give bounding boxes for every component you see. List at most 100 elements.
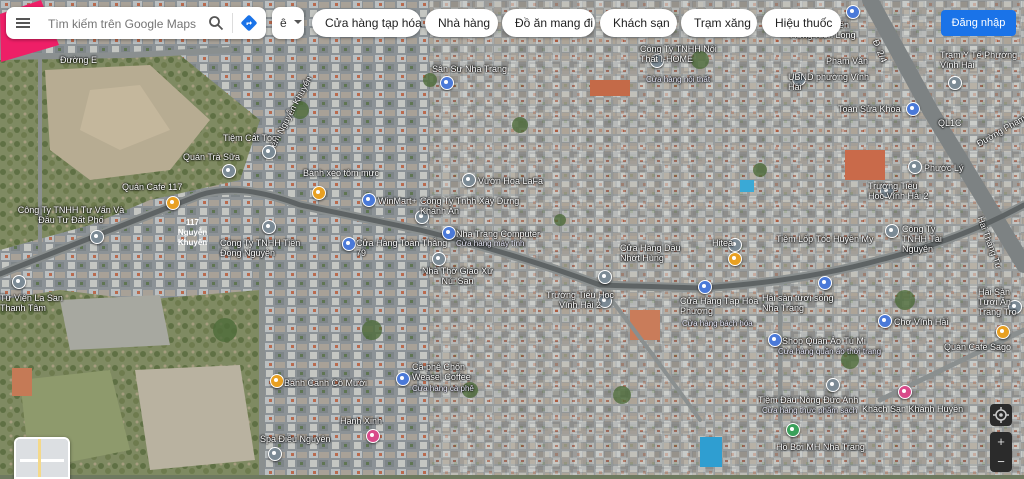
- place-pin-icon[interactable]: [262, 145, 276, 159]
- place-label[interactable]: Shop Quần Áo Tú Mi: [782, 336, 866, 346]
- language-select[interactable]: ê: [272, 7, 304, 39]
- place-label[interactable]: Nha Trang Computer: [456, 229, 540, 239]
- place-pin-icon[interactable]: [885, 224, 899, 238]
- place-label[interactable]: Quán Cafe Sago: [944, 342, 1011, 352]
- chip-hotels[interactable]: Khách sạn: [600, 9, 677, 37]
- chip-grocery[interactable]: Cửa hàng tạp hóa: [312, 9, 422, 37]
- place-label[interactable]: Công Ty TNHH Tài Nguyên: [902, 224, 962, 254]
- chip-gas[interactable]: Trạm xăng: [681, 9, 757, 37]
- zoom-control[interactable]: + −: [990, 432, 1012, 472]
- place-label[interactable]: WinMart+: [378, 196, 417, 206]
- place-label[interactable]: Hồ Bơi MH Nha Trang: [776, 442, 865, 452]
- place-pin-icon[interactable]: [432, 252, 446, 266]
- place-label[interactable]: Cà phê Chốn Weasel Coffee: [412, 362, 482, 382]
- place-pin-icon[interactable]: [342, 237, 356, 251]
- place-label[interactable]: Hitea: [712, 238, 733, 248]
- place-label[interactable]: Khách Sạn Khánh Huyền: [862, 404, 963, 414]
- chip-pharmacy[interactable]: Hiệu thuốc: [762, 9, 841, 37]
- place-label[interactable]: Phước Lý: [924, 163, 963, 173]
- place-pin-icon[interactable]: [366, 429, 380, 443]
- menu-icon[interactable]: [16, 16, 30, 30]
- place-pin-icon[interactable]: [90, 230, 104, 244]
- place-label[interactable]: Nhà Thờ Giáo Xứ Núi Sạn: [420, 266, 495, 286]
- place-pin-icon[interactable]: [728, 252, 742, 266]
- place-label[interactable]: Phạm Văn: [826, 56, 868, 66]
- place-pin-icon[interactable]: [166, 196, 180, 210]
- place-label[interactable]: Chợ Vĩnh Hải: [894, 317, 948, 327]
- place-label[interactable]: Spa Điều Nguyên: [260, 434, 331, 444]
- place-pin-icon[interactable]: [598, 270, 612, 284]
- place-label[interactable]: UBND phường Vĩnh Hải: [788, 72, 878, 92]
- chip-label: Cửa hàng tạp hóa: [325, 16, 422, 30]
- place-label[interactable]: Trường Tiểu Học Vĩnh Hải 2: [868, 181, 930, 201]
- directions-icon[interactable]: [240, 14, 258, 32]
- place-pin-icon[interactable]: [826, 378, 840, 392]
- zoom-out-button[interactable]: −: [990, 452, 1012, 472]
- my-location-button[interactable]: [990, 404, 1012, 426]
- place-label[interactable]: Sân Sư Nha Trang: [432, 64, 507, 74]
- place-label[interactable]: Trạm Y Tế Phường Vĩnh Hải: [940, 50, 1020, 70]
- search-box[interactable]: [6, 7, 266, 39]
- parcel-street: Nguyễn Khuyến: [177, 228, 208, 247]
- place-label[interactable]: Quán Cafe 117: [122, 182, 182, 192]
- place-pin-icon[interactable]: [442, 226, 456, 240]
- place-pin-icon[interactable]: [396, 372, 410, 386]
- place-pin-icon[interactable]: [440, 76, 454, 90]
- road-label: Đường E: [60, 55, 97, 65]
- search-input[interactable]: [46, 15, 210, 33]
- language-value: ê: [280, 16, 287, 30]
- place-label[interactable]: Hạnh Xinh: [340, 416, 382, 426]
- place-pin-icon[interactable]: [878, 314, 892, 328]
- place-pin-icon[interactable]: [996, 325, 1010, 339]
- place-pin-icon[interactable]: [846, 5, 860, 19]
- place-label[interactable]: Tiệm Đầu Nông Đức Anh: [758, 395, 858, 405]
- place-pin-icon[interactable]: [768, 333, 782, 347]
- place-pin-icon[interactable]: [270, 374, 284, 388]
- sign-in-button[interactable]: Đăng nhập: [941, 10, 1016, 36]
- chip-label: Khách sạn: [613, 16, 670, 30]
- place-pin-icon[interactable]: [786, 423, 800, 437]
- place-pin-icon[interactable]: [948, 76, 962, 90]
- place-pin-icon[interactable]: [362, 193, 376, 207]
- place-label[interactable]: Cửa Hàng Tạp Hóa Phượng: [680, 296, 770, 316]
- place-pin-icon[interactable]: [312, 186, 326, 200]
- place-sublabel: Cửa hàng cà phê: [412, 384, 474, 393]
- chip-label: Nhà hàng: [438, 16, 491, 30]
- place-label[interactable]: Quán Trà Sữa: [183, 152, 240, 162]
- place-sublabel: Cửa hàng máy tính: [456, 239, 525, 248]
- place-label[interactable]: Toàn Sửa Khóa: [838, 104, 901, 114]
- place-pin-icon[interactable]: [222, 164, 236, 178]
- place-pin-icon[interactable]: [268, 447, 282, 461]
- place-label[interactable]: Trường Tiểu Học Vĩnh Hải 2: [540, 290, 620, 310]
- parcel-label: 117 Nguyễn Khuyến: [163, 218, 222, 248]
- place-label[interactable]: Tư Viện La San Thanh Tâm: [0, 293, 72, 313]
- place-pin-icon[interactable]: [262, 220, 276, 234]
- place-label[interactable]: Tiệm Lốp Tóc Huyền My: [776, 234, 874, 244]
- place-label[interactable]: Cửa Hàng Dầu Nhớt Hùng: [620, 243, 690, 263]
- place-pin-icon[interactable]: [698, 280, 712, 294]
- place-pin-icon[interactable]: [908, 160, 922, 174]
- place-pin-icon[interactable]: [12, 275, 26, 289]
- place-label[interactable]: Tiệm Cắt Tóc: [223, 133, 277, 143]
- layers-toggle[interactable]: [14, 437, 70, 479]
- place-label[interactable]: Công Ty Tnhh Xây Dựng Khánh An: [420, 196, 530, 216]
- chip-restaurants[interactable]: Nhà hàng: [425, 9, 498, 37]
- place-pin-icon[interactable]: [818, 276, 832, 290]
- place-label[interactable]: Công Ty TNHH Tư Vấn Và Đầu Tư Đất Phố: [16, 205, 126, 225]
- place-pin-icon[interactable]: [898, 385, 912, 399]
- place-label[interactable]: Bánh Canh Cô Mười: [284, 378, 367, 388]
- place-label[interactable]: Công Ty TNHH Nội Thất I-HOME: [640, 44, 730, 64]
- place-pin-icon[interactable]: [906, 102, 920, 116]
- place-label[interactable]: Hải sản tươi sống Nha Trang: [762, 293, 852, 313]
- chip-label: Trạm xăng: [694, 16, 751, 30]
- place-label[interactable]: Công Ty TNHH Tiền Đông Nguyên: [220, 238, 320, 258]
- satellite-map[interactable]: 117 Nguyễn Khuyến Đường E Hẻm Nguyễn Khu…: [0, 0, 1024, 475]
- place-pin-icon[interactable]: [462, 173, 476, 187]
- crosshair-icon: [993, 407, 1009, 423]
- place-label[interactable]: Bánh xèo tôm mực: [303, 168, 379, 178]
- zoom-in-button[interactable]: +: [990, 432, 1012, 452]
- chip-takeout[interactable]: Đồ ăn mang đi: [502, 9, 595, 37]
- search-icon[interactable]: [208, 15, 224, 31]
- place-label[interactable]: Hải Sản Tươi Ăn Trang Trọ: [978, 287, 1024, 317]
- place-label[interactable]: Vườn Hoa LaFa: [478, 176, 543, 186]
